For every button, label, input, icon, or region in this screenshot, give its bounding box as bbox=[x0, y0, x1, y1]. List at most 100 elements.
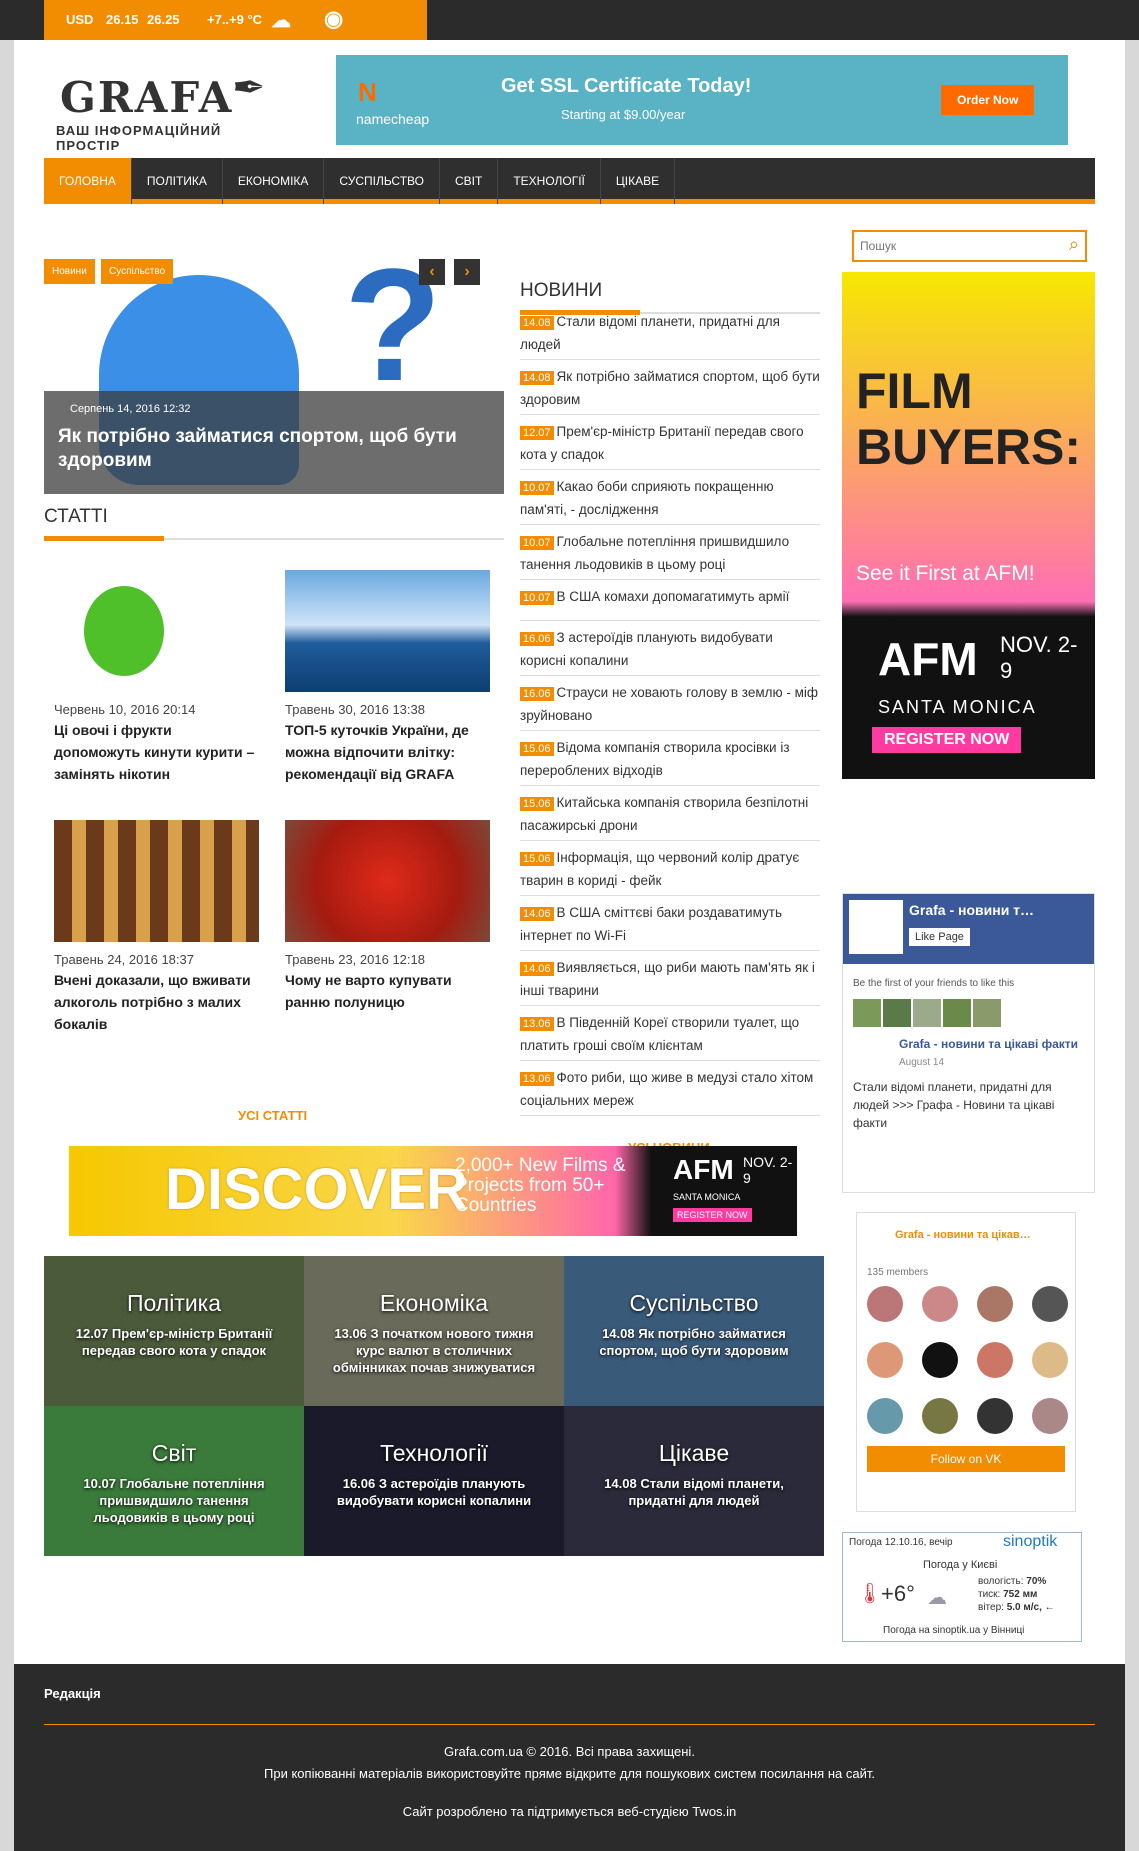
news-item[interactable]: 16.06 Страуси не ховають голову в землю -… bbox=[520, 676, 820, 731]
article-card[interactable]: Травень 30, 2016 13:38 ТОП-5 куточків Ук… bbox=[285, 570, 490, 785]
nav-technology[interactable]: ТЕХНОЛОГІЇ bbox=[498, 158, 601, 204]
nav-home[interactable]: ГОЛОВНА bbox=[44, 158, 132, 204]
article-date: Червень 10, 2016 20:14 bbox=[54, 702, 196, 717]
category-title[interactable]: Глобальне потепління пришвидшило танення… bbox=[93, 1476, 264, 1525]
side-banner-ad[interactable]: FILM BUYERS: See it First at AFM! AFM NO… bbox=[842, 272, 1095, 779]
slider-prev-button[interactable]: ‹ bbox=[419, 259, 445, 285]
news-item[interactable]: 12.07 Прем'єр-міністр Британії передав св… bbox=[520, 415, 820, 470]
news-item[interactable]: 14.06 В США сміттєві баки роздаватимуть і… bbox=[520, 896, 820, 951]
slide-title[interactable]: Як потрібно займатися спортом, щоб бути … bbox=[58, 425, 478, 473]
all-articles-link[interactable]: УСІ СТАТТІ bbox=[238, 1108, 307, 1123]
news-title[interactable]: Виявляється, що риби мають пам'ять як і … bbox=[520, 960, 815, 998]
article-card[interactable]: Травень 24, 2016 18:37 Вчені доказали, щ… bbox=[54, 820, 259, 1035]
nav-world[interactable]: СВІТ bbox=[440, 158, 499, 204]
news-title[interactable]: З астероїдів планують видобувати корисні… bbox=[520, 630, 773, 668]
news-item[interactable]: 13.06 Фото риби, що живе в медузі стало х… bbox=[520, 1061, 820, 1116]
category-name[interactable]: Світ bbox=[44, 1440, 304, 1467]
news-title[interactable]: В США комахи допомагатимуть армії bbox=[557, 589, 790, 604]
news-title[interactable]: Фото риби, що живе в медузі стало хітом … bbox=[520, 1070, 813, 1108]
category-name[interactable]: Економіка bbox=[304, 1290, 564, 1317]
news-title[interactable]: Глобальне потепління пришвидшило танення… bbox=[520, 534, 789, 572]
apple-image bbox=[54, 570, 259, 692]
article-title[interactable]: Ці овочі і фрукти допоможуть кинути кури… bbox=[54, 719, 259, 785]
category-name[interactable]: Суспільство bbox=[564, 1290, 824, 1317]
ad-order-button[interactable]: Order Now bbox=[941, 85, 1035, 115]
news-item[interactable]: 10.07 Какао боби сприяють покращенню пам'… bbox=[520, 470, 820, 525]
category-name[interactable]: Технології bbox=[304, 1440, 564, 1467]
category-title[interactable]: Прем'єр-міністр Британії передав свого к… bbox=[82, 1326, 272, 1358]
news-item[interactable]: 15.06 Відома компанія створила кросівки і… bbox=[520, 731, 820, 786]
category-headline[interactable]: 16.06 З астероїдів планують видобувати к… bbox=[322, 1475, 546, 1509]
search-icon[interactable]: ⌕ bbox=[1069, 234, 1079, 255]
news-date: 13.06 bbox=[520, 1072, 554, 1086]
fb-page-name[interactable]: Grafa - новини т… bbox=[909, 902, 1034, 918]
weather-brand[interactable]: sinoptik bbox=[1003, 1533, 1057, 1551]
article-title[interactable]: Чому не варто купувати ранню полуницю bbox=[285, 969, 490, 1013]
nav-interesting[interactable]: ЦІКАВЕ bbox=[601, 158, 676, 204]
middle-banner-ad[interactable]: DISCOVER 2,000+ New Films & Projects fro… bbox=[69, 1146, 797, 1236]
search-input[interactable] bbox=[854, 232, 1049, 260]
news-title[interactable]: Прем'єр-міністр Британії передав свого к… bbox=[520, 424, 804, 462]
news-item[interactable]: 10.07 В США комахи допомагатимуть армії bbox=[520, 580, 820, 621]
category-headline[interactable]: 13.06 З початком нового тижня курс валют… bbox=[322, 1325, 546, 1376]
article-title[interactable]: Вчені доказали, що вживати алкоголь потр… bbox=[54, 969, 259, 1035]
top-banner-ad[interactable]: N namecheap Get SSL Certificate Today! S… bbox=[336, 55, 1068, 145]
slider-next-button[interactable]: › bbox=[454, 259, 480, 285]
slide-tag-society[interactable]: Суспільство bbox=[101, 259, 174, 284]
vk-group-name[interactable]: Grafa - новини та цікав… bbox=[895, 1229, 1065, 1241]
vk-follow-button[interactable]: Follow on VK bbox=[867, 1446, 1065, 1472]
category-headline[interactable]: 14.08 Стали відомі планети, придатні для… bbox=[582, 1475, 806, 1509]
news-title[interactable]: Страуси не ховають голову в землю - міф … bbox=[520, 685, 818, 723]
news-item[interactable]: 10.07 Глобальне потепління пришвидшило та… bbox=[520, 525, 820, 580]
weather-foot[interactable]: Погода на sinoptik.ua у Вінниці bbox=[883, 1625, 1024, 1636]
article-card[interactable]: Травень 23, 2016 12:18 Чому не варто куп… bbox=[285, 820, 490, 1013]
ad-mid-register[interactable]: REGISTER NOW bbox=[673, 1208, 752, 1222]
nav-society[interactable]: СУСПІЛЬСТВО bbox=[324, 158, 440, 204]
fb-post-author[interactable]: Grafa - новини та цікаві факти bbox=[853, 1037, 1084, 1051]
vk-widget: Grafa - новини та цікав… 135 members Fol… bbox=[856, 1212, 1076, 1512]
category-tile[interactable]: Технології 16.06 З астероїдів планують ви… bbox=[304, 1406, 564, 1556]
news-item[interactable]: 16.06 З астероїдів планують видобувати ко… bbox=[520, 621, 820, 676]
ad-side-register[interactable]: REGISTER NOW bbox=[872, 727, 1022, 753]
news-title-text: НОВИНИ bbox=[520, 280, 603, 301]
news-item[interactable]: 15.06 Китайська компанія створила безпіло… bbox=[520, 786, 820, 841]
category-tile[interactable]: Цікаве 14.08 Стали відомі планети, придат… bbox=[564, 1406, 824, 1556]
news-title[interactable]: Як потрібно займатися спортом, щоб бути … bbox=[520, 369, 820, 407]
news-item[interactable]: 14.06 Виявляється, що риби мають пам'ять … bbox=[520, 951, 820, 1006]
category-headline[interactable]: 14.08 Як потрібно займатися спортом, щоб… bbox=[582, 1325, 806, 1359]
rss-icon[interactable]: ◉ bbox=[324, 6, 343, 32]
category-name[interactable]: Політика bbox=[44, 1290, 304, 1317]
category-tile[interactable]: Політика 12.07 Прем'єр-міністр Британії п… bbox=[44, 1256, 304, 1406]
nav-economy[interactable]: ЕКОНОМІКА bbox=[223, 158, 325, 204]
news-title[interactable]: В Південній Кореї створили туалет, що пл… bbox=[520, 1015, 799, 1053]
news-title[interactable]: Стали відомі планети, придатні для людей bbox=[520, 314, 780, 352]
news-item[interactable]: 14.08 Як потрібно займатися спортом, щоб … bbox=[520, 360, 820, 415]
site-logo[interactable]: GRAFA ✒ ВАШ ІНФОРМАЦІЙНИЙ ПРОСТІР bbox=[54, 55, 284, 153]
category-headline[interactable]: 12.07 Прем'єр-міністр Британії передав с… bbox=[62, 1325, 286, 1359]
news-title[interactable]: Китайська компанія створила безпілотні п… bbox=[520, 795, 808, 833]
category-tile[interactable]: Економіка 13.06 З початком нового тижня к… bbox=[304, 1256, 564, 1406]
category-tile[interactable]: Світ 10.07 Глобальне потепління пришвидши… bbox=[44, 1406, 304, 1556]
article-card[interactable]: Червень 10, 2016 20:14 Ці овочі і фрукти… bbox=[54, 570, 259, 785]
fb-like-button[interactable]: Like Page bbox=[909, 928, 970, 946]
news-item[interactable]: 14.08 Стали відомі планети, придатні для … bbox=[520, 305, 820, 360]
slide-date: Серпень 14, 2016 12:32 bbox=[70, 403, 191, 415]
category-title[interactable]: Стали відомі планети, придатні для людей bbox=[628, 1476, 783, 1508]
category-headline[interactable]: 10.07 Глобальне потепління пришвидшило т… bbox=[62, 1475, 286, 1526]
category-tile[interactable]: Суспільство 14.08 Як потрібно займатися с… bbox=[564, 1256, 824, 1406]
article-title[interactable]: ТОП-5 куточків України, де можна відпочи… bbox=[285, 719, 490, 785]
news-item[interactable]: 15.06 Інформація, що червоний колір драту… bbox=[520, 841, 820, 896]
news-title[interactable]: Какао боби сприяють покращенню пам'яті, … bbox=[520, 479, 774, 517]
news-title[interactable]: В США сміттєві баки роздаватимуть інтерн… bbox=[520, 905, 782, 943]
featured-slider[interactable]: ? Новини Суспільство ‹ › Серпень 14, 201… bbox=[44, 255, 504, 494]
footer-dev[interactable]: Сайт розроблено та підтримується веб-сту… bbox=[14, 1804, 1125, 1819]
slide-tag-news[interactable]: Новини bbox=[44, 259, 95, 284]
news-date: 15.06 bbox=[520, 852, 554, 866]
category-name[interactable]: Цікаве bbox=[564, 1440, 824, 1467]
facebook-widget: Grafa - новини т… Like Page Be the first… bbox=[842, 893, 1095, 1193]
news-title[interactable]: Інформація, що червоний колір дратує тва… bbox=[520, 850, 799, 888]
nav-politics[interactable]: ПОЛІТИКА bbox=[132, 158, 223, 204]
footer-editorial-link[interactable]: Редакція bbox=[44, 1686, 101, 1701]
news-title[interactable]: Відома компанія створила кросівки із пер… bbox=[520, 740, 790, 778]
news-item[interactable]: 13.06 В Південній Кореї створили туалет, … bbox=[520, 1006, 820, 1061]
